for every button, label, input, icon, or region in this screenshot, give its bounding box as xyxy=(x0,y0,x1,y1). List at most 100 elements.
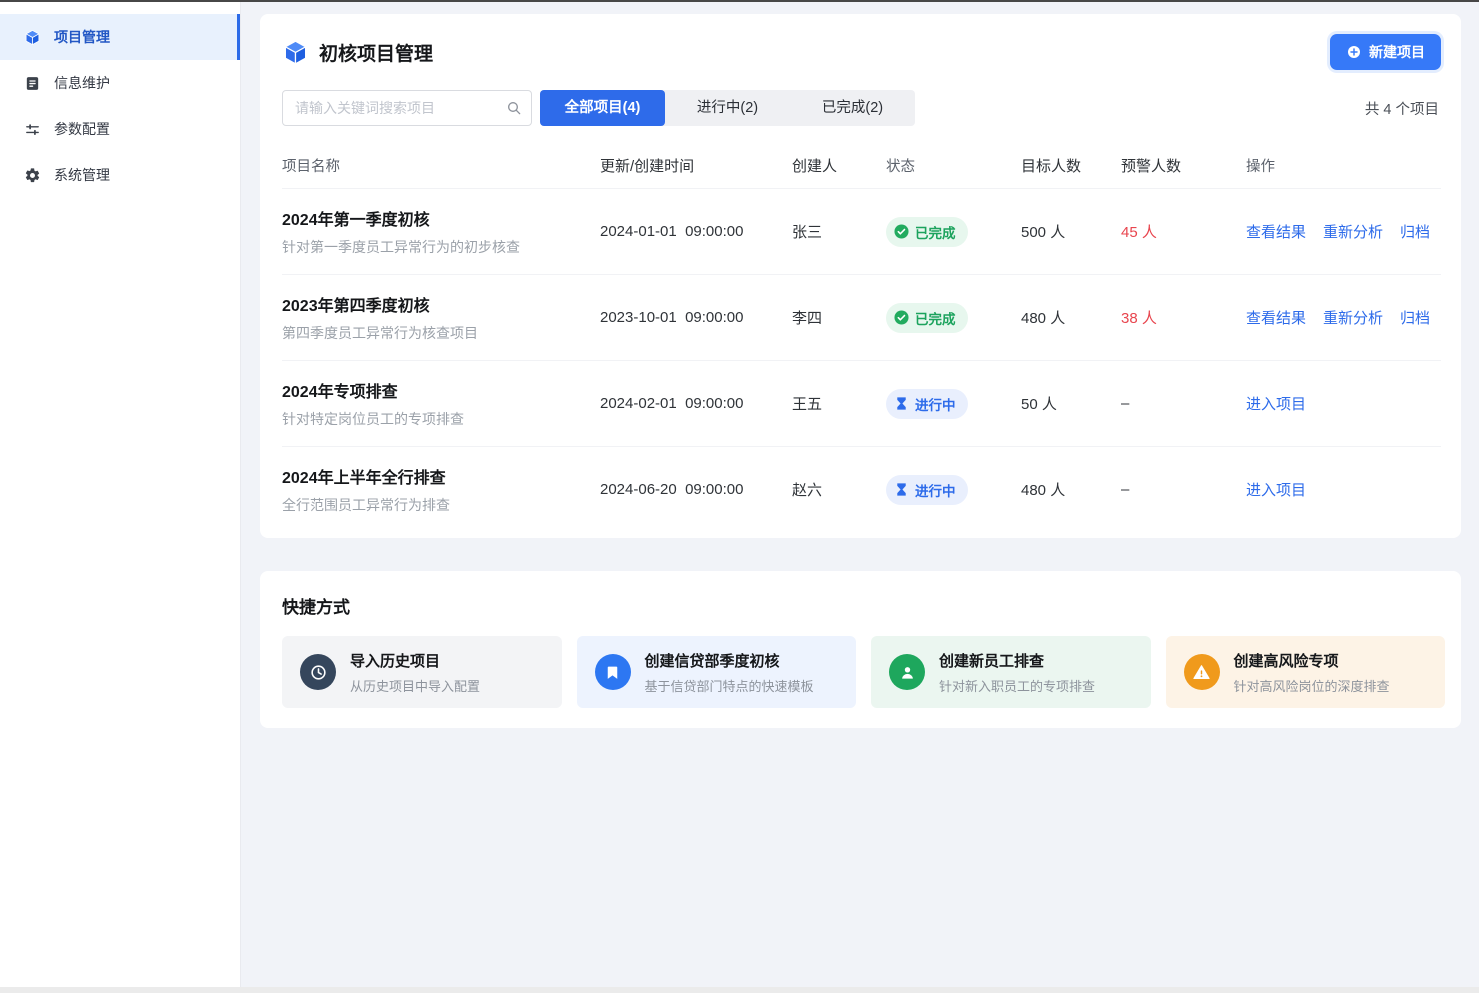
project-name: 2024年第一季度初核 xyxy=(282,206,600,230)
bookmark-icon xyxy=(595,654,631,690)
project-name: 2024年上半年全行排查 xyxy=(282,464,600,488)
sidebar-item-label: 参数配置 xyxy=(54,119,110,139)
project-desc: 第四季度员工异常行为核查项目 xyxy=(282,323,600,343)
warning-count: 45 人 xyxy=(1121,221,1246,242)
shortcut-desc: 从历史项目中导入配置 xyxy=(350,676,480,695)
table-row: 2024年上半年全行排查 全行范围员工异常行为排查 2024-06-20 09:… xyxy=(282,446,1441,532)
project-name: 2023年第四季度初核 xyxy=(282,292,600,316)
hourglass-icon xyxy=(894,396,909,411)
table-row: 2024年第一季度初核 针对第一季度员工异常行为的初步核查 2024-01-01… xyxy=(282,188,1441,274)
shortcut-import-history[interactable]: 导入历史项目 从历史项目中导入配置 xyxy=(282,636,562,708)
hourglass-icon xyxy=(894,482,909,497)
plus-circle-icon xyxy=(1346,44,1362,60)
clock-icon xyxy=(300,654,336,690)
sidebar-item-label: 项目管理 xyxy=(54,27,110,47)
shortcut-desc: 基于信贷部门特点的快速模板 xyxy=(645,676,814,695)
col-header-creator: 创建人 xyxy=(792,155,886,176)
sidebar-item-label: 系统管理 xyxy=(54,165,110,185)
project-table: 项目名称 更新/创建时间 创建人 状态 目标人数 预警人数 操作 2024年第一… xyxy=(260,142,1461,538)
shortcuts-title: 快捷方式 xyxy=(282,593,1445,618)
new-project-button[interactable]: 新建项目 xyxy=(1330,34,1441,70)
shortcut-title: 创建新员工排查 xyxy=(939,650,1095,671)
shortcut-desc: 针对新入职员工的专项排查 xyxy=(939,676,1095,695)
warning-count: 38 人 xyxy=(1121,307,1246,328)
shortcut-title: 创建信贷部季度初核 xyxy=(645,650,814,671)
project-creator: 张三 xyxy=(792,221,886,242)
project-list-panel: 初核项目管理 新建项目 全 xyxy=(260,14,1461,538)
warning-count: – xyxy=(1121,395,1246,412)
tab-all-projects[interactable]: 全部项目(4) xyxy=(540,90,665,126)
target-count: 480 人 xyxy=(1021,307,1121,328)
sidebar-item-parameter-config[interactable]: 参数配置 xyxy=(0,106,240,152)
shortcut-cards: 导入历史项目 从历史项目中导入配置 创建信贷部季度初核 基于信贷部门特点的快速模… xyxy=(282,636,1445,708)
project-creator: 李四 xyxy=(792,307,886,328)
status-badge: 已完成 xyxy=(886,217,968,247)
main-content: 初核项目管理 新建项目 全 xyxy=(241,2,1479,993)
target-count: 500 人 xyxy=(1021,221,1121,242)
check-circle-icon xyxy=(894,310,909,325)
shortcut-high-risk-special[interactable]: 创建高风险专项 针对高风险岗位的深度排查 xyxy=(1166,636,1446,708)
status-badge: 进行中 xyxy=(886,475,968,505)
filter-tabs: 全部项目(4) 进行中(2) 已完成(2) xyxy=(540,90,915,126)
project-time: 2023-10-01 09:00:00 xyxy=(600,309,792,326)
shortcut-desc: 针对高风险岗位的深度排查 xyxy=(1234,676,1390,695)
document-icon xyxy=(24,75,41,92)
page-title: 初核项目管理 xyxy=(319,39,433,66)
project-name: 2024年专项排查 xyxy=(282,378,600,402)
tab-in-progress[interactable]: 进行中(2) xyxy=(665,90,790,126)
shortcut-new-employee-screening[interactable]: 创建新员工排查 针对新入职员工的专项排查 xyxy=(871,636,1151,708)
action-view-results[interactable]: 查看结果 xyxy=(1246,307,1306,328)
check-circle-icon xyxy=(894,224,909,239)
search-input[interactable] xyxy=(282,90,532,126)
shortcuts-panel: 快捷方式 导入历史项目 从历史项目中导入配置 xyxy=(260,571,1461,728)
action-reanalyze[interactable]: 重新分析 xyxy=(1323,307,1383,328)
window-bottom-border xyxy=(0,987,1479,993)
status-badge: 已完成 xyxy=(886,303,968,333)
project-time: 2024-01-01 09:00:00 xyxy=(600,223,792,240)
col-header-time: 更新/创建时间 xyxy=(600,155,792,176)
action-view-results[interactable]: 查看结果 xyxy=(1246,221,1306,242)
toolbar: 全部项目(4) 进行中(2) 已完成(2) 共 4 个项目 xyxy=(260,84,1461,126)
project-count-text: 共 4 个项目 xyxy=(1365,98,1439,119)
shortcut-title: 导入历史项目 xyxy=(350,650,480,671)
shortcut-title: 创建高风险专项 xyxy=(1234,650,1390,671)
project-desc: 针对第一季度员工异常行为的初步核查 xyxy=(282,237,600,257)
status-badge: 进行中 xyxy=(886,389,968,419)
table-row: 2023年第四季度初核 第四季度员工异常行为核查项目 2023-10-01 09… xyxy=(282,274,1441,360)
col-header-warning: 预警人数 xyxy=(1121,155,1246,176)
action-enter-project[interactable]: 进入项目 xyxy=(1246,479,1306,500)
project-time: 2024-06-20 09:00:00 xyxy=(600,481,792,498)
gear-icon xyxy=(24,167,41,184)
warning-triangle-icon xyxy=(1184,654,1220,690)
action-enter-project[interactable]: 进入项目 xyxy=(1246,393,1306,414)
sidebar-item-project-management[interactable]: 项目管理 xyxy=(0,14,240,60)
search-icon[interactable] xyxy=(506,100,522,116)
action-archive[interactable]: 归档 xyxy=(1400,307,1430,328)
project-creator: 王五 xyxy=(792,393,886,414)
tab-completed[interactable]: 已完成(2) xyxy=(790,90,915,126)
sliders-icon xyxy=(24,121,41,138)
col-header-name: 项目名称 xyxy=(282,155,600,176)
cube-icon xyxy=(24,29,41,46)
project-creator: 赵六 xyxy=(792,479,886,500)
cube-icon xyxy=(282,39,309,66)
target-count: 50 人 xyxy=(1021,393,1121,414)
table-header-row: 项目名称 更新/创建时间 创建人 状态 目标人数 预警人数 操作 xyxy=(282,142,1441,188)
action-reanalyze[interactable]: 重新分析 xyxy=(1323,221,1383,242)
sidebar-item-info-maintenance[interactable]: 信息维护 xyxy=(0,60,240,106)
warning-count: – xyxy=(1121,481,1246,498)
panel-header: 初核项目管理 新建项目 xyxy=(260,14,1461,84)
shortcut-credit-dept-review[interactable]: 创建信贷部季度初核 基于信贷部门特点的快速模板 xyxy=(577,636,857,708)
project-desc: 全行范围员工异常行为排查 xyxy=(282,495,600,515)
app-window: 项目管理 信息维护 参数配置 系统管理 xyxy=(0,2,1479,993)
sidebar-item-label: 信息维护 xyxy=(54,73,110,93)
project-time: 2024-02-01 09:00:00 xyxy=(600,395,792,412)
sidebar-item-system-management[interactable]: 系统管理 xyxy=(0,152,240,198)
col-header-target: 目标人数 xyxy=(1021,155,1121,176)
user-icon xyxy=(889,654,925,690)
col-header-status: 状态 xyxy=(886,155,1021,176)
action-archive[interactable]: 归档 xyxy=(1400,221,1430,242)
search-box xyxy=(282,90,532,126)
project-desc: 针对特定岗位员工的专项排查 xyxy=(282,409,600,429)
target-count: 480 人 xyxy=(1021,479,1121,500)
